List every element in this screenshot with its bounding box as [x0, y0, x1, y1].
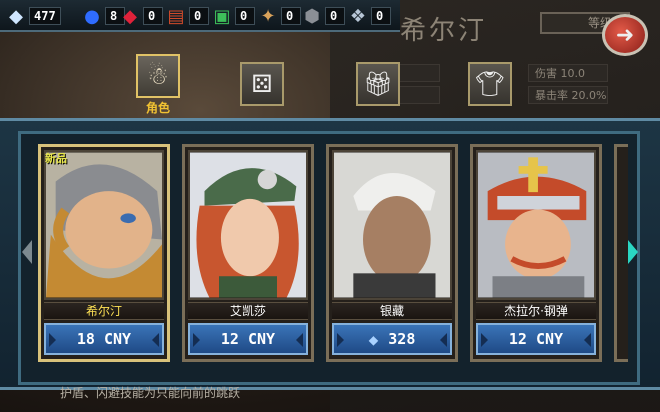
- buy-button[interactable]: 18 CNY: [44, 323, 164, 355]
- character-card[interactable]: 银藏 ◆ 328: [326, 144, 458, 362]
- character-card[interactable]: 杰拉尔·钢弹 12 CNY: [470, 144, 602, 362]
- diamond-icon: ◆: [9, 5, 23, 27]
- character-card-partial[interactable]: [614, 144, 628, 362]
- bg-stat: 暴击率 20.0%: [528, 86, 608, 104]
- cookie-man-icon: ✦: [260, 5, 276, 27]
- gift-box-icon: 🎁︎: [362, 70, 394, 98]
- dwarf-portrait: [44, 150, 164, 300]
- paladin-portrait: [476, 150, 596, 300]
- red-gem-icon: ◆: [123, 5, 137, 27]
- exit-button[interactable]: ➜: [602, 14, 648, 56]
- blue-gem-icon: ●: [84, 5, 100, 27]
- resource-diamond: ◆ 477: [4, 3, 61, 29]
- buy-button[interactable]: 12 CNY: [476, 323, 596, 355]
- tab-skills[interactable]: ⚄: [240, 62, 284, 106]
- shirt-icon: 👕︎: [474, 70, 506, 98]
- character-card[interactable]: 新品 希尔汀 18 CNY: [38, 144, 170, 362]
- tab-character-label: 角色: [145, 101, 170, 115]
- soldier-portrait: [188, 150, 308, 300]
- tab-items[interactable]: 🎁︎: [356, 62, 400, 106]
- card-name: 希尔汀: [44, 302, 164, 320]
- card-name: 杰拉尔·钢弹: [476, 302, 596, 320]
- hero-name-title: 希尔汀: [400, 16, 488, 46]
- exit-arrow-icon: ➜: [615, 22, 635, 48]
- tab-outfit[interactable]: 👕︎: [468, 62, 512, 106]
- buy-button[interactable]: 12 CNY: [188, 323, 308, 355]
- skill-description: 护盾、闪避技能为只能向前的跳跃: [60, 386, 241, 400]
- card-name: 艾凯莎: [188, 302, 308, 320]
- iron-ore-icon: ⬢: [304, 5, 320, 27]
- card-name: 银藏: [332, 302, 452, 320]
- character-card[interactable]: 艾凯莎 12 CNY: [182, 144, 314, 362]
- gift-box-icon: ❖: [349, 5, 367, 27]
- diamond-icon: ◆: [368, 329, 379, 349]
- red-scroll-icon: ▤: [167, 5, 185, 27]
- resource-cookie: ✦ 0: [256, 3, 301, 29]
- prev-arrow-icon[interactable]: [22, 240, 32, 264]
- resource-green-card: ▣ 0: [210, 3, 255, 29]
- resource-red-scroll: ▤ 0: [164, 3, 209, 29]
- resource-red-gem: ◆ 0: [118, 3, 163, 29]
- resource-bar: ◆ 477 ● 8 ◆ 0 ▤ 0 ▣ 0 ✦ 0 ⬢ 0 ❖ 0: [0, 0, 400, 32]
- skeleton-figure-icon: ☃: [147, 62, 169, 90]
- bg-stat: 伤害 10.0: [528, 64, 608, 82]
- new-badge: 新品: [45, 152, 67, 165]
- resource-ore: ⬢ 0: [300, 3, 345, 29]
- old-man-portrait: [332, 150, 452, 300]
- green-card-icon: ▣: [213, 5, 231, 27]
- skill-tiles-icon: ⚄: [251, 70, 273, 98]
- resource-gift: ❖ 0: [346, 3, 391, 29]
- tab-character[interactable]: ☃: [136, 54, 180, 98]
- next-arrow-icon[interactable]: [628, 240, 638, 264]
- buy-button[interactable]: ◆ 328: [332, 323, 452, 355]
